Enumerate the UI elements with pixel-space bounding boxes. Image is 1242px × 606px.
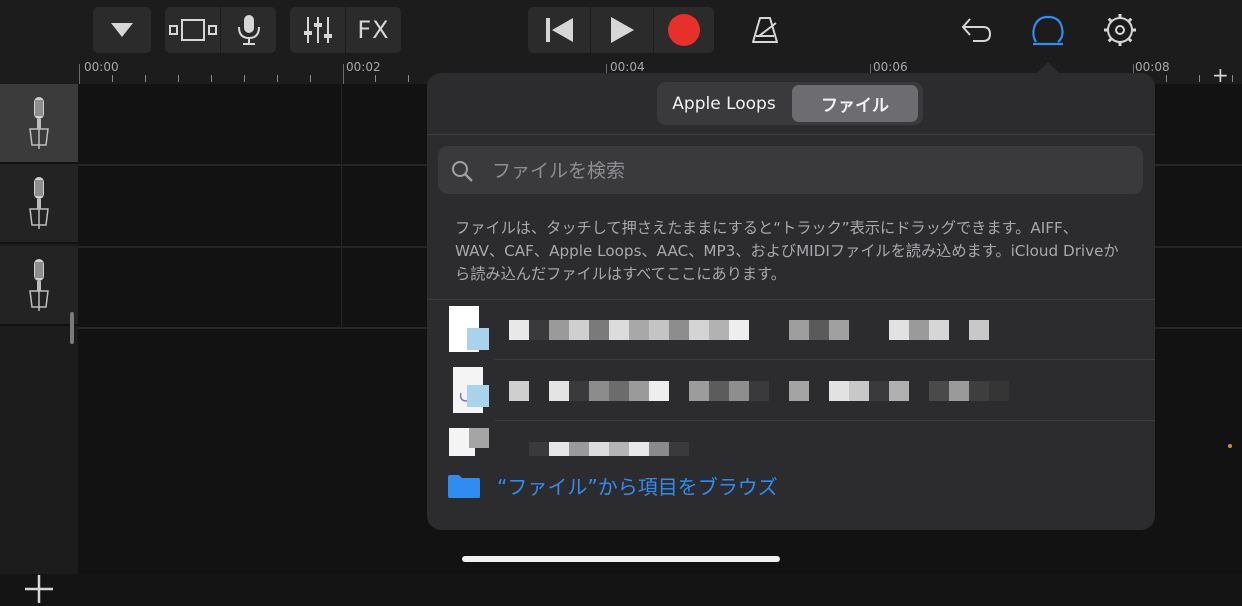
ruler-label: 00:04 xyxy=(610,60,645,74)
ruler-tick xyxy=(79,64,80,84)
divider xyxy=(427,134,1155,135)
ruler-tick xyxy=(309,75,311,82)
go-to-start-button[interactable] xyxy=(528,7,590,53)
redacted-file-name xyxy=(509,381,1029,401)
ruler-label: 00:02 xyxy=(346,60,381,74)
redacted-file-name xyxy=(529,442,689,456)
ruler-label: 00:08 xyxy=(1135,60,1170,74)
row-divider xyxy=(495,420,1155,421)
folder-icon xyxy=(448,475,480,498)
track-headers xyxy=(0,60,78,603)
ruler-tick xyxy=(342,64,344,84)
microphone-instrument-icon xyxy=(29,177,49,229)
home-indicator[interactable] xyxy=(462,556,780,562)
toolbar: FX xyxy=(0,0,1242,60)
browse-files-label: “ファイル”から項目をブラウズ xyxy=(497,475,778,499)
track-view-button[interactable] xyxy=(165,7,220,53)
view-group xyxy=(165,7,276,53)
ruler-label: 00:00 xyxy=(84,60,119,74)
browse-files-link[interactable]: “ファイル”から項目をブラウズ xyxy=(427,457,1155,517)
track-header[interactable] xyxy=(0,84,78,164)
play-button[interactable] xyxy=(591,7,653,53)
file-row[interactable] xyxy=(427,300,1155,360)
row-divider xyxy=(495,359,1155,360)
track-header[interactable] xyxy=(0,164,78,244)
ruler-tick xyxy=(111,75,113,82)
undo-button[interactable] xyxy=(953,7,999,53)
file-row[interactable] xyxy=(427,361,1155,421)
ruler-tick xyxy=(1198,75,1200,82)
tab-apple-loops[interactable]: Apple Loops xyxy=(660,85,788,122)
microphone-icon xyxy=(237,15,260,45)
loop-browser-popover: Apple Loops ファイル ファイルは、タッチして押さえたままにすると“ト… xyxy=(427,73,1155,530)
ruler-tick xyxy=(144,75,146,82)
track-view-icon xyxy=(168,19,217,41)
ruler-tick xyxy=(177,75,179,82)
tab-files[interactable]: ファイル xyxy=(792,85,918,122)
triangle-down-icon xyxy=(111,23,133,37)
status-dot xyxy=(1228,444,1232,448)
mixer-icon xyxy=(303,17,332,43)
browser-toggle-button[interactable] xyxy=(93,7,151,53)
loop-browser-icon xyxy=(1032,15,1064,46)
search-icon xyxy=(452,161,473,182)
microphone-instrument-icon xyxy=(29,259,49,311)
fx-button[interactable]: FX xyxy=(346,7,401,53)
search-field[interactable] xyxy=(438,146,1143,196)
ruler-tick xyxy=(1165,75,1167,82)
ruler-tick xyxy=(276,75,278,82)
record-icon xyxy=(668,14,700,46)
ruler-tick xyxy=(1231,75,1233,82)
transport-group xyxy=(528,7,714,53)
metronome-button[interactable] xyxy=(742,7,788,53)
ruler-tick xyxy=(210,75,212,82)
scroll-indicator[interactable] xyxy=(70,312,74,344)
mixer-button[interactable] xyxy=(290,7,345,53)
instrument-button[interactable] xyxy=(221,7,276,53)
add-track-button[interactable] xyxy=(22,572,56,606)
mixer-group: FX xyxy=(290,7,401,53)
record-button[interactable] xyxy=(654,7,714,53)
ruler-tick xyxy=(375,75,377,82)
source-segmented-control: Apple Loops ファイル xyxy=(657,82,923,125)
redacted-file-name xyxy=(509,320,989,340)
ruler-label: 00:06 xyxy=(873,60,908,74)
settings-button[interactable] xyxy=(1097,7,1143,53)
fx-label: FX xyxy=(357,16,390,44)
settings-icon xyxy=(1104,14,1136,46)
search-input[interactable] xyxy=(490,146,1134,196)
loop-browser-button[interactable] xyxy=(1025,7,1071,53)
metronome-icon xyxy=(752,17,778,43)
file-thumbnail-icon xyxy=(449,306,489,352)
file-row[interactable] xyxy=(427,422,1155,456)
ruler-tick xyxy=(408,75,410,82)
bar-line xyxy=(341,84,342,328)
microphone-instrument-icon xyxy=(29,97,49,149)
ruler-tick xyxy=(243,75,245,82)
undo-icon xyxy=(961,18,992,42)
info-text: ファイルは、タッチして押さえたままにすると“トラック”表示にドラッグできます。A… xyxy=(455,219,1119,283)
browser-toggle-group xyxy=(93,7,151,53)
track-header[interactable] xyxy=(0,246,78,326)
file-thumbnail-icon xyxy=(449,428,489,456)
go-to-start-icon xyxy=(546,18,573,42)
play-icon xyxy=(611,17,634,43)
file-thumbnail-icon xyxy=(453,367,489,413)
